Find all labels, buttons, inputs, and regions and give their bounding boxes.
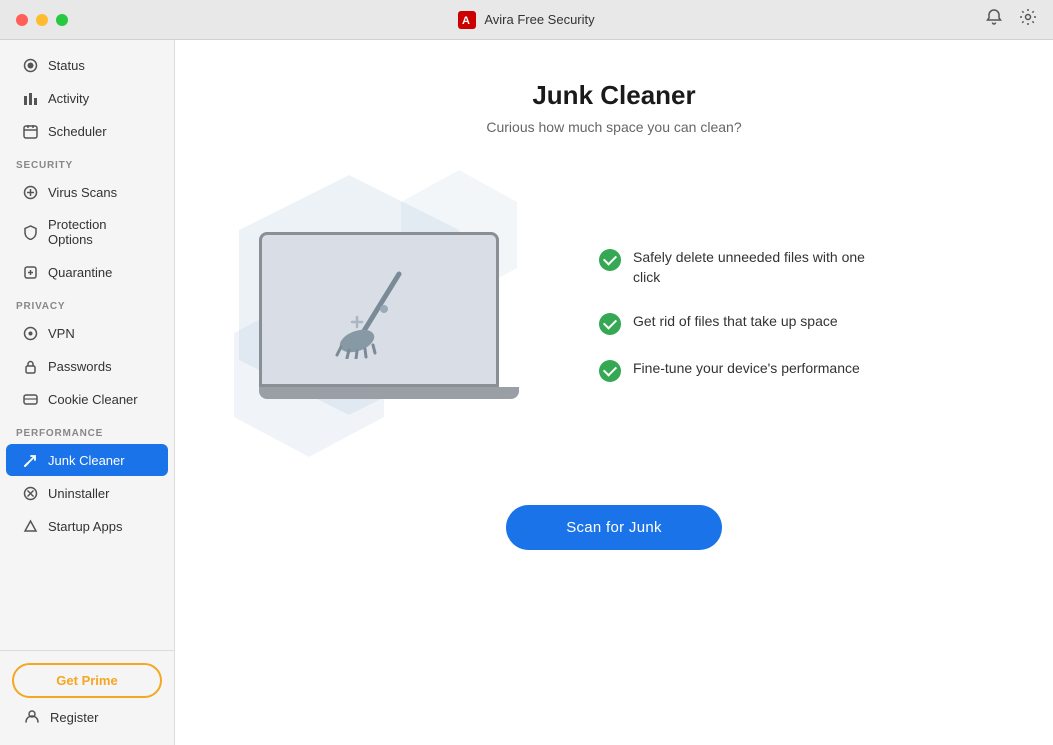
sidebar-item-cookie-cleaner-label: Cookie Cleaner (48, 392, 138, 407)
sidebar-item-activity[interactable]: Activity (6, 82, 168, 114)
app-icon: A (458, 11, 476, 29)
sidebar-item-scheduler-label: Scheduler (48, 124, 107, 139)
passwords-icon (22, 358, 38, 374)
sidebar-item-vpn[interactable]: VPN (6, 317, 168, 349)
sidebar-item-passwords[interactable]: Passwords (6, 350, 168, 382)
scan-for-junk-button[interactable]: Scan for Junk (506, 505, 722, 550)
sidebar-item-register[interactable]: Register (12, 698, 162, 733)
quarantine-icon (22, 264, 38, 280)
status-icon (22, 57, 38, 73)
sidebar-footer: Get Prime Register (0, 650, 174, 745)
check-icon-0 (599, 249, 621, 271)
get-prime-button[interactable]: Get Prime (12, 663, 162, 698)
svg-text:A: A (462, 15, 470, 27)
titlebar: A Avira Free Security (0, 0, 1053, 40)
app-title: Avira Free Security (484, 12, 594, 27)
feature-text-0: Safely delete unneeded files with one cl… (633, 248, 893, 287)
notifications-icon[interactable] (985, 8, 1003, 31)
sidebar-item-quarantine[interactable]: Quarantine (6, 256, 168, 288)
vpn-icon (22, 325, 38, 341)
virus-scans-icon (22, 184, 38, 200)
laptop-screen (259, 232, 499, 387)
feature-item-0: Safely delete unneeded files with one cl… (599, 248, 893, 287)
protection-options-icon (22, 224, 38, 240)
titlebar-actions (985, 8, 1037, 31)
uninstaller-icon (22, 485, 38, 501)
sidebar-item-uninstaller[interactable]: Uninstaller (6, 477, 168, 509)
app-body: Status Activity Scheduler SECURITY (0, 40, 1053, 745)
laptop-illustration (259, 232, 519, 399)
sidebar-item-startup-apps[interactable]: Startup Apps (6, 510, 168, 542)
titlebar-center: A Avira Free Security (458, 11, 594, 29)
sidebar: Status Activity Scheduler SECURITY (0, 40, 175, 745)
close-button[interactable] (16, 14, 28, 26)
sidebar-item-status-label: Status (48, 58, 85, 73)
features-list: Safely delete unneeded files with one cl… (599, 248, 893, 381)
check-icon-2 (599, 360, 621, 382)
feature-item-1: Get rid of files that take up space (599, 312, 893, 335)
sidebar-item-startup-apps-label: Startup Apps (48, 519, 122, 534)
sidebar-item-status[interactable]: Status (6, 49, 168, 81)
performance-section-label: PERFORMANCE (0, 416, 174, 443)
sidebar-item-activity-label: Activity (48, 91, 89, 106)
sidebar-item-virus-scans-label: Virus Scans (48, 185, 117, 200)
minimize-button[interactable] (36, 14, 48, 26)
settings-icon[interactable] (1019, 8, 1037, 31)
junk-cleaner-icon (22, 452, 38, 468)
sidebar-item-uninstaller-label: Uninstaller (48, 486, 109, 501)
startup-apps-icon (22, 518, 38, 534)
traffic-lights (16, 14, 68, 26)
sidebar-item-protection-options[interactable]: Protection Options (6, 209, 168, 255)
sidebar-item-virus-scans[interactable]: Virus Scans (6, 176, 168, 208)
feature-item-2: Fine-tune your device's performance (599, 359, 893, 382)
page-subtitle: Curious how much space you can clean? (486, 119, 741, 135)
sidebar-item-cookie-cleaner[interactable]: Cookie Cleaner (6, 383, 168, 415)
page-title: Junk Cleaner (532, 80, 695, 111)
privacy-section-label: PRIVACY (0, 289, 174, 316)
feature-text-2: Fine-tune your device's performance (633, 359, 860, 379)
maximize-button[interactable] (56, 14, 68, 26)
sidebar-item-protection-options-label: Protection Options (48, 217, 152, 247)
sidebar-item-passwords-label: Passwords (48, 359, 112, 374)
main-content: Junk Cleaner Curious how much space you … (175, 40, 1053, 745)
security-section-label: SECURITY (0, 148, 174, 175)
laptop-base (259, 387, 519, 399)
sidebar-nav: Status Activity Scheduler SECURITY (0, 40, 174, 650)
register-icon (24, 708, 40, 727)
illustration (239, 175, 539, 455)
check-icon-1 (599, 313, 621, 335)
activity-icon (22, 90, 38, 106)
sidebar-item-scheduler[interactable]: Scheduler (6, 115, 168, 147)
feature-text-1: Get rid of files that take up space (633, 312, 838, 332)
sidebar-item-vpn-label: VPN (48, 326, 75, 341)
register-label: Register (50, 710, 98, 725)
scheduler-icon (22, 123, 38, 139)
cookie-cleaner-icon (22, 391, 38, 407)
content-area: Safely delete unneeded files with one cl… (239, 175, 989, 455)
sidebar-item-junk-cleaner-label: Junk Cleaner (48, 453, 125, 468)
sidebar-item-junk-cleaner[interactable]: Junk Cleaner (6, 444, 168, 476)
sidebar-item-quarantine-label: Quarantine (48, 265, 112, 280)
broom-icon (329, 259, 429, 359)
